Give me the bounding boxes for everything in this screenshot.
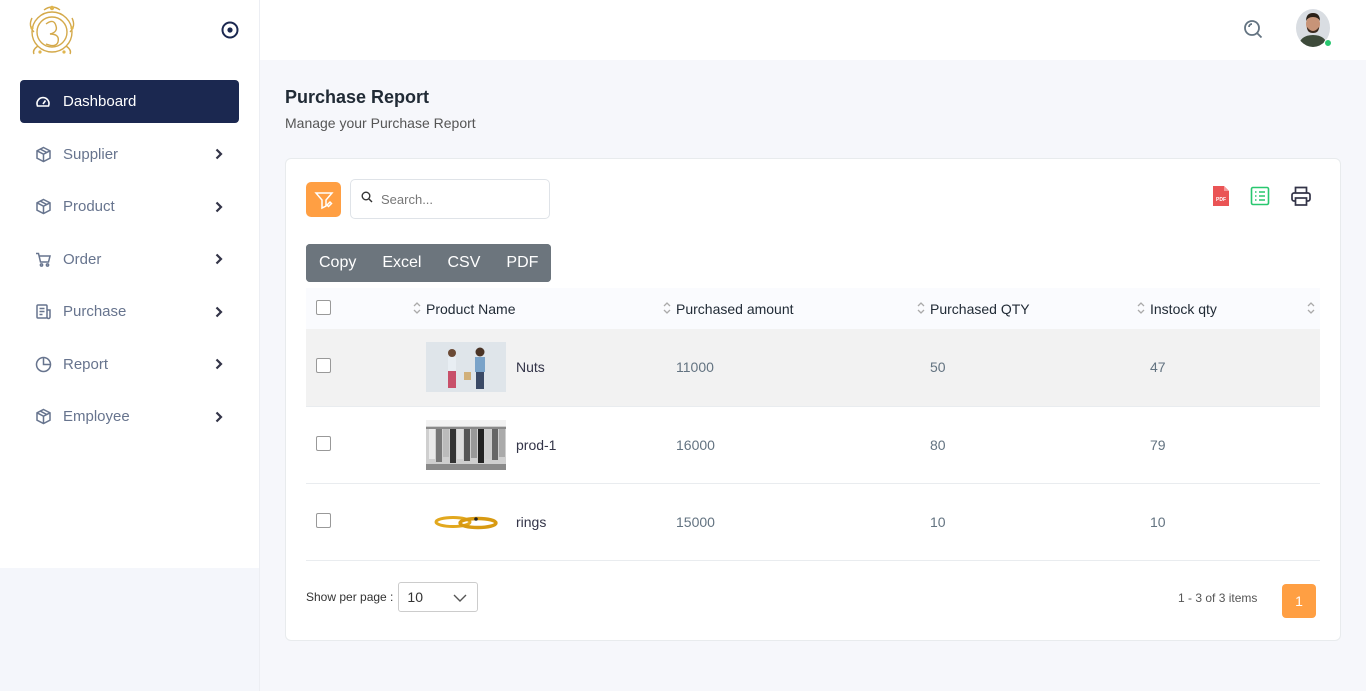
chevron-right-icon [215,147,225,161]
csv-button[interactable]: CSV [434,244,494,282]
purchased-qty-cell: 50 [930,359,946,376]
column-header-label: Purchased amount [676,300,794,317]
sidebar-item-dashboard[interactable]: Dashboard [20,80,239,123]
search-field[interactable] [350,179,550,219]
column-header-purchased-qty[interactable]: Purchased QTY [930,288,1150,329]
per-page-select[interactable]: 10 [398,582,479,612]
table-row[interactable]: prod-1 16000 80 79 [306,406,1320,483]
sidebar-item-label: Purchase [63,303,127,320]
box-icon [34,198,52,216]
pdf-button[interactable]: PDF [493,244,552,282]
row-checkbox[interactable] [316,435,331,451]
select-all-checkbox[interactable] [316,299,331,315]
column-header-instock-qty[interactable]: Instock qty [1150,288,1320,329]
pagination-info: 1 - 3 of 3 items [1178,591,1258,605]
chevron-right-icon [215,200,225,214]
column-header-label: Instock qty [1150,300,1217,317]
page-button-current[interactable]: 1 [1282,584,1316,618]
product-name: Nuts [516,359,545,376]
column-header-purchased-amount[interactable]: Purchased amount [676,288,930,329]
dashboard-gauge-icon [34,93,52,111]
sort-icon[interactable] [412,300,422,316]
excel-icon[interactable] [1250,186,1270,206]
sidebar-item-label: Dashboard [63,93,137,110]
instock-qty-cell: 47 [1150,359,1166,376]
user-avatar[interactable] [1296,9,1332,47]
product-name: rings [516,513,547,530]
online-status-dot [1324,39,1332,47]
select-all-header[interactable] [306,288,426,329]
sort-icon[interactable] [916,300,926,316]
row-checkbox[interactable] [316,358,331,374]
sidebar-item-order[interactable]: Order [20,238,239,281]
sidebar-item-report[interactable]: Report [20,343,239,386]
export-button-group: Copy Excel CSV PDF [306,244,552,282]
box-icon [34,408,52,426]
purchased-qty-cell: 10 [930,513,946,530]
per-page-label: Show per page : [306,590,394,604]
pie-chart-icon [34,355,52,373]
table-header-row: Product Name Purchased amount Purchased … [306,288,1320,329]
chevron-right-icon [215,305,225,319]
sidebar-toggle-icon[interactable] [220,20,240,40]
purchased-amount-cell: 11000 [676,359,714,376]
purchase-report-table: Product Name Purchased amount Purchased … [306,288,1320,561]
chevron-right-icon [215,357,225,371]
cart-icon [34,250,52,268]
column-header-label: Purchased QTY [930,300,1030,317]
page-subtitle: Manage your Purchase Report [285,115,476,131]
sidebar-item-employee[interactable]: Employee [20,395,239,438]
sidebar-item-label: Supplier [63,145,119,163]
per-page-value: 10 [407,589,423,605]
sidebar-item-label: Product [63,198,115,215]
excel-button[interactable]: Excel [369,244,435,282]
row-checkbox[interactable] [316,512,331,528]
export-toolbar: PDF [1212,185,1312,207]
sidebar-item-label: Employee [63,408,130,425]
search-input[interactable] [381,191,531,207]
sidebar: Dashboard Supplier Product Order Purchas… [0,0,260,568]
print-icon[interactable] [1290,185,1312,207]
sort-icon[interactable] [662,300,672,316]
column-header-label: Product Name [426,300,516,317]
product-thumbnail [426,496,506,547]
copy-button[interactable]: Copy [306,244,370,282]
sidebar-nav: Dashboard Supplier Product Order Purchas… [20,80,239,448]
instock-qty-cell: 79 [1150,436,1166,453]
purchased-qty-cell: 80 [930,436,946,453]
sidebar-item-supplier[interactable]: Supplier [20,133,239,176]
product-thumbnail [426,419,506,470]
brand-logo[interactable] [24,2,80,58]
sidebar-item-product[interactable]: Product [20,185,239,228]
sidebar-item-purchase[interactable]: Purchase [20,290,239,333]
receipt-icon [34,303,52,321]
purchased-amount-cell: 16000 [676,436,715,453]
report-card: PDF Copy Excel CSV PDF Product Name [285,158,1341,641]
chevron-down-icon [453,589,467,605]
top-header [260,0,1366,60]
table-row[interactable]: rings 15000 10 10 [306,483,1320,560]
product-thumbnail [426,342,506,393]
product-name: prod-1 [516,436,557,453]
column-header-product-name[interactable]: Product Name [426,288,676,329]
chevron-right-icon [215,252,225,266]
search-icon[interactable] [1242,18,1264,40]
per-page-control: Show per page : 10 [306,582,479,612]
box-icon [34,145,52,163]
sidebar-footer-area [0,568,260,691]
chevron-right-icon [215,410,225,424]
sort-icon[interactable] [1306,300,1316,316]
sort-icon[interactable] [1136,300,1146,316]
page-title: Purchase Report [285,87,430,107]
pdf-icon[interactable]: PDF [1212,185,1230,207]
table-row[interactable]: Nuts 11000 50 47 [306,329,1320,406]
filter-button[interactable] [306,182,341,217]
search-icon [361,190,373,208]
svg-text:PDF: PDF [1216,197,1226,203]
purchased-amount-cell: 15000 [676,513,715,530]
sidebar-item-label: Report [63,355,109,373]
instock-qty-cell: 10 [1150,513,1166,530]
sidebar-item-label: Order [63,250,102,268]
